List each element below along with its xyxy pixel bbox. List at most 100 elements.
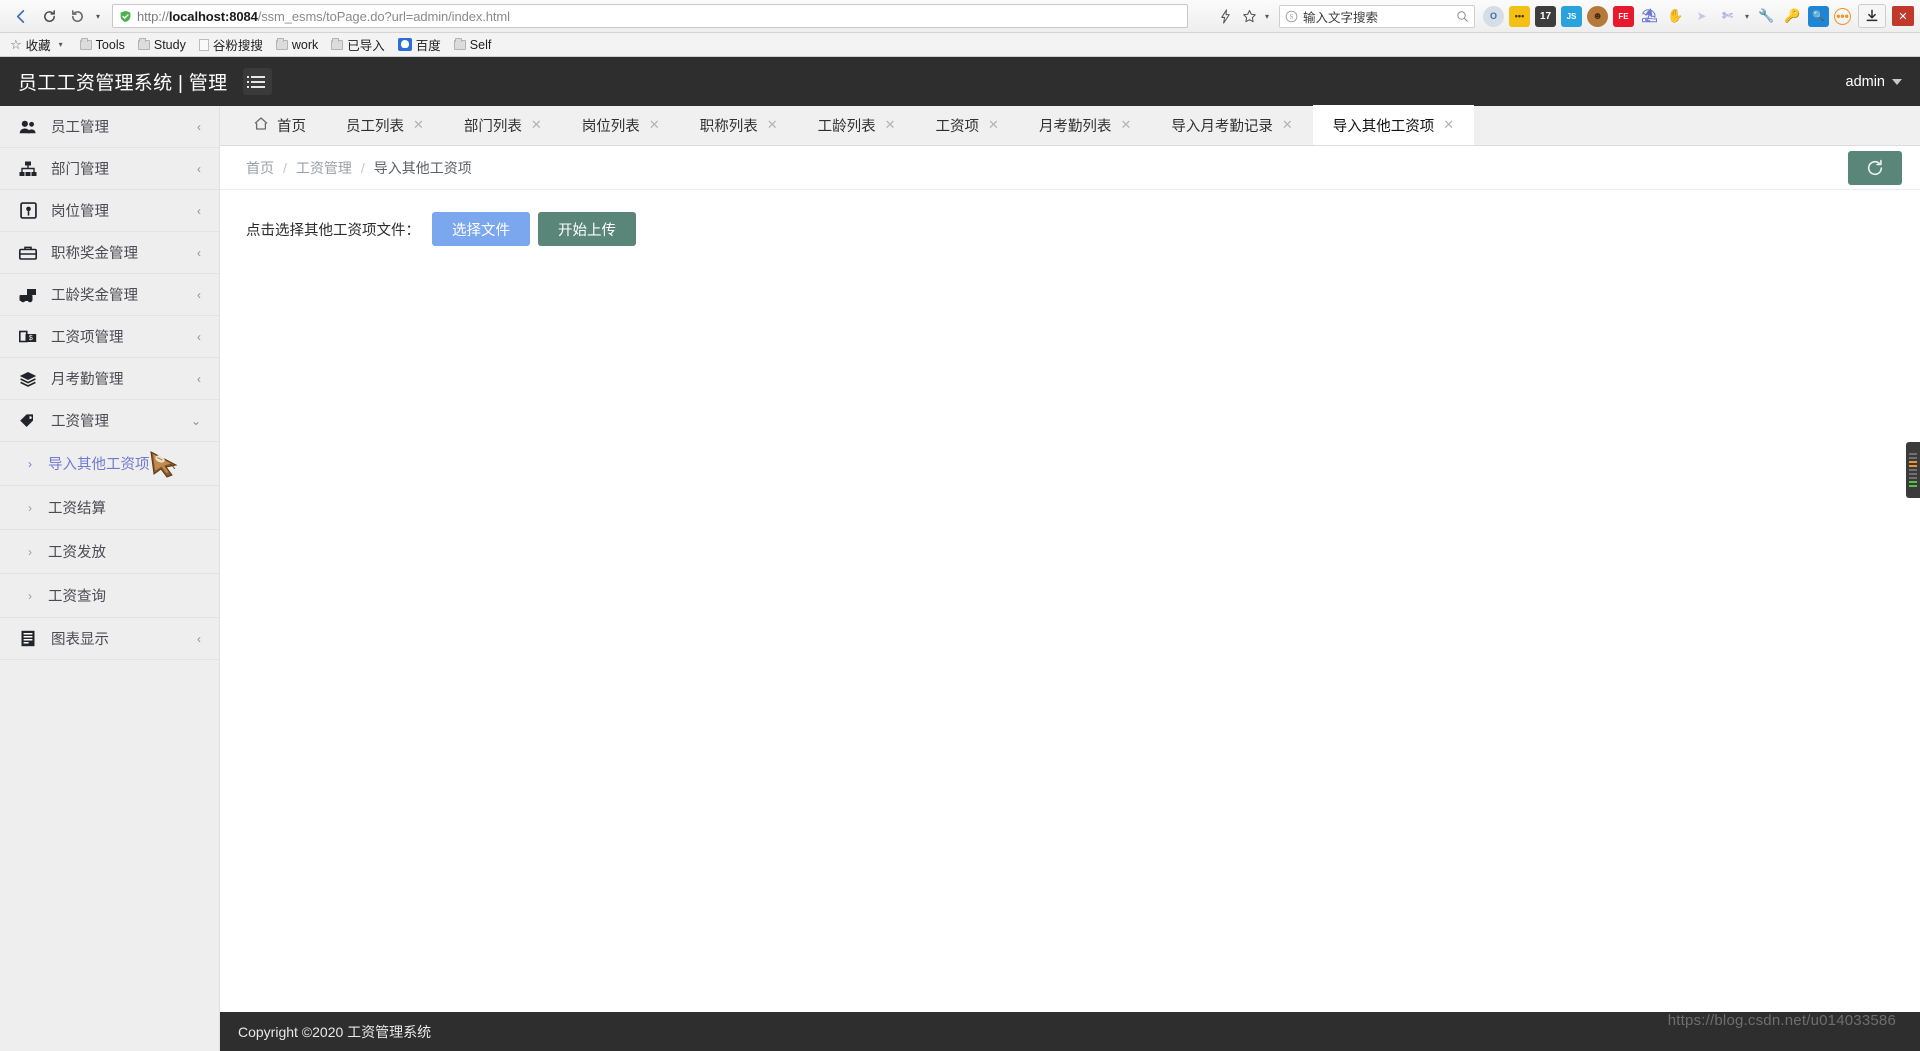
close-icon[interactable]: ✕ xyxy=(413,117,424,133)
sidebar-item-position[interactable]: 岗位管理 ‹ xyxy=(0,190,219,232)
chevron-right-icon: › xyxy=(28,588,32,603)
tab-title-list[interactable]: 职称列表 ✕ xyxy=(680,105,798,145)
sidebar-item-salary-management[interactable]: 工资管理 ⌄ xyxy=(0,400,219,442)
key-icon[interactable]: 🔑 xyxy=(1782,6,1803,27)
js-icon[interactable]: JS xyxy=(1561,5,1582,27)
lightning-icon[interactable] xyxy=(1213,4,1237,28)
sidebar-subitem-label: 工资结算 xyxy=(48,501,106,517)
folder-icon xyxy=(331,37,344,50)
tab-home[interactable]: 首页 xyxy=(234,105,326,145)
cash-note-icon: $ xyxy=(18,329,38,345)
bookmark-tools[interactable]: Tools xyxy=(75,37,130,53)
breadcrumb-item-salary-management[interactable]: 工资管理 xyxy=(296,158,352,178)
breadcrumb-item-current: 导入其他工资项 xyxy=(373,159,472,176)
bookmark-imported[interactable]: 已导入 xyxy=(326,34,390,55)
hand-icon[interactable]: ✋ xyxy=(1665,6,1686,27)
refresh-button[interactable] xyxy=(1848,151,1902,185)
tab-label: 首页 xyxy=(277,118,306,135)
briefcase-icon xyxy=(18,245,38,261)
equalizer-widget[interactable] xyxy=(1906,442,1920,498)
s-circle-icon: S xyxy=(1285,10,1298,22)
tab-position-list[interactable]: 岗位列表 ✕ xyxy=(562,105,680,145)
sidebar-subitem-salary-query[interactable]: › 工资查询 xyxy=(0,574,219,618)
sidebar-item-salary-items[interactable]: $ 工资项管理 ‹ xyxy=(0,316,219,358)
bookmark-work[interactable]: work xyxy=(271,37,323,53)
user-menu[interactable]: admin xyxy=(1846,74,1902,90)
fe-icon[interactable]: FE xyxy=(1613,5,1634,27)
scissors-dropdown-caret[interactable]: ▾ xyxy=(1741,12,1753,21)
money-icon xyxy=(18,287,38,303)
folder-icon xyxy=(137,37,150,50)
close-icon[interactable]: ✕ xyxy=(1443,117,1454,133)
sidebar-item-attendance[interactable]: 月考勤管理 ‹ xyxy=(0,358,219,400)
cursor-icon[interactable]: ➤ xyxy=(1691,6,1712,27)
tab-import-attendance-records[interactable]: 导入月考勤记录 ✕ xyxy=(1151,105,1312,145)
folder-icon xyxy=(453,37,466,50)
address-bar[interactable]: http://localhost:8084/ssm_esms/toPage.do… xyxy=(112,4,1188,28)
application: 员工工资管理系统 | 管理 admin 员工管理 ‹ 部门管理 ‹ 岗位管理 ‹… xyxy=(0,57,1920,1051)
app-footer: Copyright ©2020 工资管理系统 xyxy=(220,1012,1920,1051)
list-menu-icon[interactable] xyxy=(243,68,273,95)
tab-salary-item[interactable]: 工资项 ✕ xyxy=(916,105,1019,145)
tab-seniority-list[interactable]: 工龄列表 ✕ xyxy=(798,105,916,145)
window-close-button[interactable]: ✕ xyxy=(1892,6,1914,26)
star-icon[interactable] xyxy=(1237,4,1261,28)
navigation-buttons: ▾ xyxy=(4,3,104,29)
bookmark-favorites[interactable]: ☆ 收藏 ▾ xyxy=(5,34,72,55)
sidebar-subitem-salary-settlement[interactable]: › 工资结算 xyxy=(0,486,219,530)
opera-icon[interactable]: O xyxy=(1483,5,1504,27)
tab-department-list[interactable]: 部门列表 ✕ xyxy=(444,105,562,145)
layers-icon xyxy=(18,371,38,387)
bookmark-baidu[interactable]: 百度 xyxy=(393,34,446,55)
monkey-icon[interactable]: ☻ xyxy=(1587,5,1608,27)
close-icon[interactable]: ✕ xyxy=(988,117,999,133)
sidebar-item-title-bonus[interactable]: 职称奖金管理 ‹ xyxy=(0,232,219,274)
start-upload-button[interactable]: 开始上传 xyxy=(538,212,636,246)
back-button[interactable] xyxy=(8,3,34,29)
tab-import-other-salary-items[interactable]: 导入其他工资项 ✕ xyxy=(1312,105,1475,145)
sidebar-item-employee[interactable]: 员工管理 ‹ xyxy=(0,106,219,148)
download-button[interactable] xyxy=(1858,4,1886,28)
history-back-button[interactable] xyxy=(64,3,90,29)
counter-17-icon[interactable]: 17 xyxy=(1535,5,1556,27)
sidebar-subitem-salary-payment[interactable]: › 工资发放 xyxy=(0,530,219,574)
sidebar: 员工管理 ‹ 部门管理 ‹ 岗位管理 ‹ 职称奖金管理 ‹ 工龄奖金管理 ‹ $… xyxy=(0,106,220,1051)
chevron-right-icon: › xyxy=(28,500,32,515)
wrench-icon[interactable]: 🔧 xyxy=(1756,6,1777,27)
bookmark-dropdown-caret[interactable]: ▾ xyxy=(1261,12,1273,21)
parachute-icon[interactable]: ⛱ xyxy=(1639,6,1660,27)
sidebar-subitem-import-other-salary[interactable]: › 导入其他工资项 xyxy=(0,442,219,486)
tab-employee-list[interactable]: 员工列表 ✕ xyxy=(326,105,444,145)
close-icon[interactable]: ✕ xyxy=(649,117,660,133)
close-icon[interactable]: ✕ xyxy=(1120,117,1131,133)
magnifier-icon[interactable] xyxy=(1456,10,1469,23)
search-input[interactable]: S 输入文字搜索 xyxy=(1279,4,1475,28)
tab-label: 部门列表 xyxy=(463,118,522,135)
close-icon[interactable]: ✕ xyxy=(885,117,896,133)
reload-button[interactable] xyxy=(36,3,62,29)
search-blue-icon[interactable]: 🔍 xyxy=(1808,5,1829,27)
bookmark-study[interactable]: Study xyxy=(133,37,191,53)
dots-orange-icon[interactable]: ••• xyxy=(1834,7,1851,25)
bookmark-self[interactable]: Self xyxy=(449,37,497,53)
breadcrumb-item-home[interactable]: 首页 xyxy=(246,158,274,178)
choose-file-button[interactable]: 选择文件 xyxy=(432,212,530,246)
dots-yellow-icon[interactable]: ••• xyxy=(1509,5,1530,27)
folder-icon xyxy=(275,37,288,50)
tab-monthly-attendance-list[interactable]: 月考勤列表 ✕ xyxy=(1019,105,1151,145)
chevron-left-icon: ‹ xyxy=(197,119,201,134)
bookmark-label: 百度 xyxy=(415,39,441,53)
sidebar-item-department[interactable]: 部门管理 ‹ xyxy=(0,148,219,190)
close-icon[interactable]: ✕ xyxy=(1282,117,1293,133)
sidebar-item-label: 岗位管理 xyxy=(51,204,109,220)
close-icon[interactable]: ✕ xyxy=(531,117,542,133)
close-icon[interactable]: ✕ xyxy=(767,117,778,133)
chevron-down-icon[interactable]: ▾ xyxy=(55,40,67,49)
sidebar-filler xyxy=(0,660,219,1051)
bookmark-gufen[interactable]: 谷粉搜搜 xyxy=(194,34,268,55)
sidebar-item-seniority-bonus[interactable]: 工龄奖金管理 ‹ xyxy=(0,274,219,316)
sidebar-item-chart-display[interactable]: 图表显示 ‹ xyxy=(0,618,219,660)
history-dropdown-caret[interactable]: ▾ xyxy=(92,12,104,21)
scissors-icon[interactable]: ✄ xyxy=(1717,6,1738,27)
chevron-left-icon: ‹ xyxy=(197,631,201,646)
